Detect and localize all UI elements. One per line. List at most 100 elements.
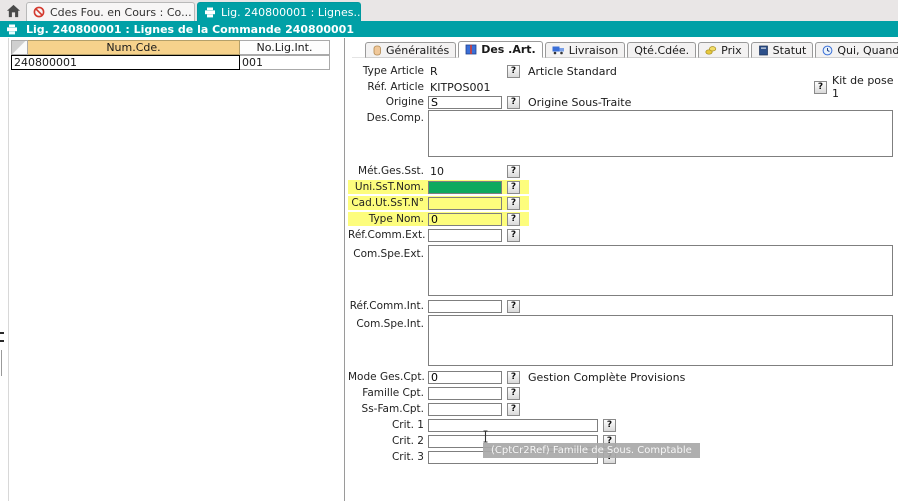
origine-desc: Origine Sous-Traite bbox=[528, 96, 631, 109]
tab-label: Qui, Quand ? bbox=[837, 44, 898, 57]
grid-column-header-num-cde[interactable]: Num.Cde. bbox=[28, 40, 240, 55]
printer-icon bbox=[204, 7, 216, 18]
field-label: Type Article bbox=[348, 65, 428, 77]
field-row-des-comp: Des.Comp. bbox=[348, 111, 428, 125]
uni-sst-nom-input[interactable] bbox=[428, 181, 502, 194]
mode-ges-cpt-input[interactable] bbox=[428, 371, 502, 384]
field-row-ss-fam-cpt: Ss-Fam.Cpt. ? bbox=[348, 402, 520, 416]
type-article-value: R bbox=[428, 65, 502, 78]
form-tab-strip: Généralités Des .Art. Livraison Qté.Cdée… bbox=[365, 41, 898, 58]
field-row-type-nom: Type Nom. ? bbox=[348, 212, 529, 226]
splitter-line bbox=[1, 350, 2, 376]
field-row-ref-comm-ext: Réf.Comm.Ext. ? bbox=[348, 228, 520, 242]
help-button[interactable]: ? bbox=[507, 300, 520, 313]
com-spe-ext-textarea[interactable] bbox=[428, 245, 893, 296]
tab-des-art[interactable]: Des .Art. bbox=[458, 41, 543, 58]
table-row[interactable]: 240800001 001 bbox=[11, 55, 330, 70]
notebook-icon bbox=[758, 45, 769, 56]
field-row-famille-cpt: Famille Cpt. ? bbox=[348, 386, 520, 400]
tab-label: Qté.Cdée. bbox=[634, 44, 689, 57]
field-label: Cad.Ut.SsT.N° bbox=[348, 197, 428, 209]
help-button[interactable]: ? bbox=[507, 213, 520, 226]
help-button[interactable]: ? bbox=[507, 165, 520, 178]
field-row-met-ges-sst: Mét.Ges.Sst. 10 ? bbox=[348, 164, 520, 178]
field-label: Crit. 2 bbox=[348, 435, 428, 447]
tab-statut[interactable]: Statut bbox=[751, 42, 814, 58]
order-lines-grid-panel: Num.Cde. No.Lig.Int. 240800001 001 bbox=[8, 38, 345, 501]
help-button[interactable]: ? bbox=[507, 387, 520, 400]
field-label: Réf.Comm.Int. bbox=[348, 300, 428, 312]
field-label: Com.Spe.Int. bbox=[348, 318, 428, 330]
field-row-origine: Origine ? Origine Sous-Traite bbox=[348, 95, 631, 109]
grid-header-row: Num.Cde. No.Lig.Int. bbox=[11, 40, 330, 55]
field-label: Origine bbox=[348, 96, 428, 108]
hand-icon bbox=[372, 45, 382, 56]
field-label: Com.Spe.Ext. bbox=[348, 248, 428, 260]
field-row-com-spe-ext: Com.Spe.Ext. bbox=[348, 247, 428, 261]
tab-qui-quand[interactable]: Qui, Quand ? bbox=[815, 42, 898, 58]
browser-tab-cdes-fou[interactable]: Cdes Fou. en Cours : Co... × bbox=[26, 2, 195, 21]
tab-label: Prix bbox=[721, 44, 742, 57]
ss-fam-cpt-input[interactable] bbox=[428, 403, 502, 416]
field-label: Ss-Fam.Cpt. bbox=[348, 403, 428, 415]
book-icon bbox=[465, 44, 477, 55]
home-icon bbox=[6, 4, 21, 18]
field-row-ref-article: Réf. Article KITPOS001 bbox=[348, 80, 502, 94]
field-row-mode-ges-cpt: Mode Ges.Cpt. ? Gestion Complète Provisi… bbox=[348, 370, 685, 384]
field-label: Réf.Comm.Ext. bbox=[348, 229, 428, 241]
ref-article-right-group: ? Kit de pose 1 bbox=[814, 80, 898, 94]
grid-column-header-no-lig-int[interactable]: No.Lig.Int. bbox=[240, 40, 330, 55]
cell-no-lig-int[interactable]: 001 bbox=[240, 55, 330, 70]
ref-article-value: KITPOS001 bbox=[428, 81, 502, 94]
tab-generalites[interactable]: Généralités bbox=[365, 42, 456, 58]
met-ges-sst-value: 10 bbox=[428, 165, 502, 178]
truck-icon bbox=[552, 45, 565, 55]
cell-num-cde[interactable]: 240800001 bbox=[11, 55, 240, 70]
tab-livraison[interactable]: Livraison bbox=[545, 42, 625, 58]
help-button[interactable]: ? bbox=[507, 229, 520, 242]
ref-comm-ext-input[interactable] bbox=[428, 229, 502, 242]
browser-tab-lignes[interactable]: Lig. 240800001 : Lignes... × bbox=[197, 2, 361, 21]
help-button[interactable]: ? bbox=[814, 81, 827, 94]
tab-label: Livraison bbox=[569, 44, 618, 57]
tab-qte-cdee[interactable]: Qté.Cdée. bbox=[627, 42, 696, 58]
origine-input[interactable] bbox=[428, 96, 502, 109]
splitter-grip[interactable] bbox=[0, 332, 4, 334]
ref-comm-int-input[interactable] bbox=[428, 300, 502, 313]
help-button[interactable]: ? bbox=[507, 181, 520, 194]
coins-icon bbox=[705, 45, 717, 55]
splitter-grip[interactable] bbox=[0, 340, 4, 342]
field-label: Crit. 1 bbox=[348, 419, 428, 431]
famille-cpt-input[interactable] bbox=[428, 387, 502, 400]
field-label: Des.Comp. bbox=[348, 112, 428, 124]
type-nom-input[interactable] bbox=[428, 213, 502, 226]
clock-icon bbox=[822, 45, 833, 56]
home-button[interactable] bbox=[4, 2, 23, 20]
field-row-com-spe-int: Com.Spe.Int. bbox=[348, 317, 428, 331]
des-comp-textarea[interactable] bbox=[428, 110, 893, 157]
blocked-icon bbox=[33, 6, 45, 18]
help-button[interactable]: ? bbox=[507, 403, 520, 416]
browser-tab-label: Cdes Fou. en Cours : Co... bbox=[50, 6, 192, 19]
field-label: Réf. Article bbox=[348, 81, 428, 93]
type-article-desc: Article Standard bbox=[528, 65, 617, 78]
help-button[interactable]: ? bbox=[507, 96, 520, 109]
com-spe-int-textarea[interactable] bbox=[428, 315, 893, 366]
field-row-cad-ut-sst-no: Cad.Ut.SsT.N° ? bbox=[348, 196, 529, 210]
printer-icon[interactable] bbox=[6, 24, 18, 35]
ref-article-desc: Kit de pose 1 bbox=[832, 74, 898, 100]
tab-prix[interactable]: Prix bbox=[698, 42, 749, 58]
app-window: Cdes Fou. en Cours : Co... × Lig. 240800… bbox=[0, 0, 898, 501]
tab-label: Généralités bbox=[386, 44, 449, 57]
help-button[interactable]: ? bbox=[507, 197, 520, 210]
browser-tab-bar: Cdes Fou. en Cours : Co... × Lig. 240800… bbox=[0, 0, 898, 21]
help-button[interactable]: ? bbox=[603, 419, 616, 432]
cad-ut-sst-no-input[interactable] bbox=[428, 197, 502, 210]
crit-1-input[interactable] bbox=[428, 419, 598, 432]
help-button[interactable]: ? bbox=[507, 65, 520, 78]
field-label: Uni.SsT.Nom. bbox=[348, 181, 428, 193]
help-button[interactable]: ? bbox=[507, 371, 520, 384]
field-row-uni-sst-nom: Uni.SsT.Nom. ? bbox=[348, 180, 529, 194]
field-label: Type Nom. bbox=[348, 213, 428, 225]
grid-corner-cell[interactable] bbox=[11, 40, 28, 55]
